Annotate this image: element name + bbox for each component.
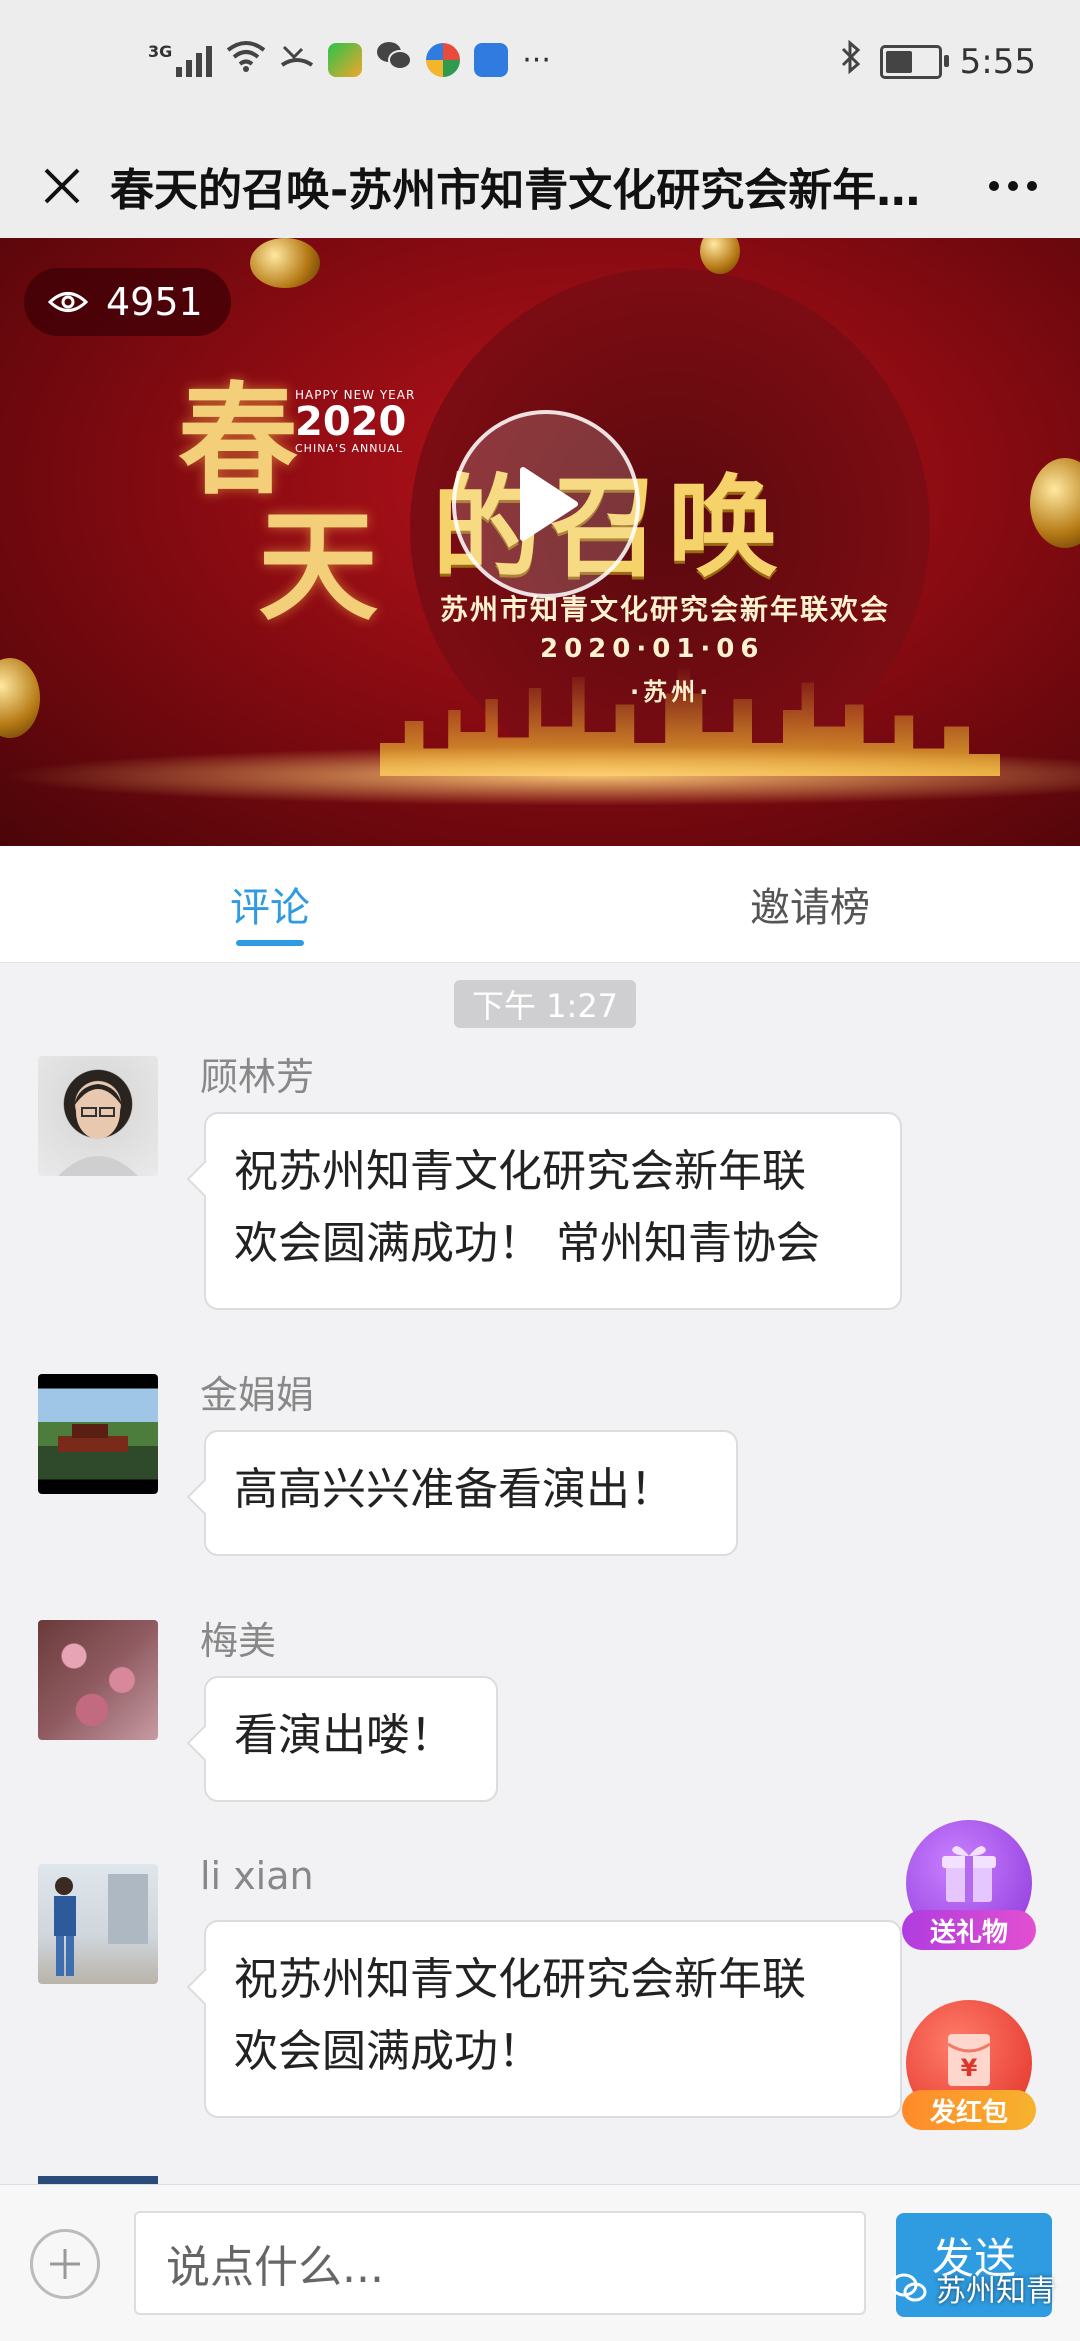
- status-icons-right: 5:55: [840, 39, 1036, 83]
- time-divider: 下午 1:27: [454, 980, 637, 1028]
- red-packet-symbol: ¥: [960, 2054, 978, 2082]
- status-bar: 3G ··· 5:55: [0, 0, 1080, 134]
- wifi-icon: [226, 40, 266, 80]
- plus-icon: [50, 2249, 80, 2279]
- comment-input[interactable]: 说点什么...: [134, 2211, 866, 2315]
- banner-annual: CHINA'S ANNUAL: [295, 442, 404, 455]
- clock-time: 5:55: [959, 41, 1036, 82]
- tab-bar: 评论 邀请榜: [0, 846, 1080, 963]
- comment-text-line: 欢会圆满成功！: [234, 2026, 542, 2077]
- banner-glow: [0, 746, 1080, 806]
- send-gift-label: 送礼物: [902, 1910, 1036, 1950]
- video-app-icon: [328, 43, 363, 77]
- close-button[interactable]: [22, 146, 102, 226]
- send-red-packet-button[interactable]: ¥ 发红包: [902, 2000, 1036, 2130]
- banner-year: 2020: [295, 399, 407, 445]
- banner-char-2: 天: [258, 496, 378, 637]
- eye-icon: [48, 292, 88, 312]
- gold-ornament: [1030, 458, 1080, 548]
- view-count-badge: 4951: [24, 268, 231, 336]
- battery-icon: [879, 44, 949, 79]
- commenter-name: 金娟娟: [200, 1373, 315, 1417]
- page-title: 春天的召唤-苏州市知青文化研究会新年联欢会: [110, 165, 968, 216]
- active-tab-indicator: [236, 940, 304, 946]
- more-options-button[interactable]: [968, 146, 1058, 226]
- commenter-name: 梅美: [200, 1619, 277, 1663]
- tab-invite-ranking[interactable]: 邀请榜: [700, 846, 920, 962]
- avatar[interactable]: [38, 1374, 158, 1494]
- avatar[interactable]: [38, 1864, 158, 1984]
- app-icon: [474, 43, 509, 77]
- comment-bubble: 祝苏州知青文化研究会新年联 欢会圆满成功！ 常州知青协会: [204, 1112, 902, 1310]
- commenter-name: 顾林芳: [200, 1055, 315, 1099]
- comment-text-line: 祝苏州知青文化研究会新年联: [234, 1146, 806, 1197]
- bluetooth-icon: [840, 39, 862, 83]
- play-icon: [520, 467, 578, 541]
- avatar[interactable]: [38, 1056, 158, 1176]
- avatar[interactable]: [38, 2176, 158, 2184]
- gold-ornament: [0, 658, 40, 738]
- close-icon: [44, 168, 80, 204]
- banner-year-block: HAPPY NEW YEAR 2020 CHINA'S ANNUAL: [295, 388, 415, 455]
- comment-text-line: 祝苏州知青文化研究会新年联: [234, 1954, 806, 2005]
- comment-bubble: 高高兴兴准备看演出！: [204, 1430, 738, 1556]
- banner-subtitle: 苏州市知青文化研究会新年联欢会: [440, 593, 891, 626]
- wechat-icon: [376, 40, 413, 80]
- watermark-text: 苏州知青: [936, 2274, 1056, 2309]
- add-attachment-button[interactable]: [30, 2229, 100, 2299]
- send-gift-button[interactable]: 送礼物: [902, 1820, 1036, 1950]
- comment-bubble: 看演出喽！: [204, 1676, 498, 1802]
- banner-city: ·苏州·: [630, 678, 713, 706]
- play-button[interactable]: [452, 410, 640, 598]
- gold-ornament: [700, 238, 740, 274]
- title-bar: 春天的召唤-苏州市知青文化研究会新年联欢会: [0, 134, 1080, 238]
- watermark: 苏州知青: [890, 2258, 1056, 2318]
- more-notifications-icon: ···: [522, 42, 551, 78]
- gold-ornament: [250, 238, 320, 288]
- send-red-packet-label: 发红包: [902, 2090, 1036, 2130]
- view-count: 4951: [106, 280, 203, 324]
- network-type: 3G: [148, 41, 173, 61]
- missed-call-icon: [280, 41, 314, 79]
- more-dot-icon: [1008, 181, 1018, 191]
- status-icons-left: 3G ···: [148, 40, 551, 80]
- wechat-logo-icon: [890, 2273, 927, 2302]
- more-dot-icon: [1027, 181, 1037, 191]
- banner-date: 2020·01·06: [540, 634, 765, 664]
- browser-app-icon: [426, 43, 461, 77]
- comment-text-line: 欢会圆满成功！ 常州知青协会: [234, 1218, 820, 1269]
- commenter-name: li xian: [200, 1854, 314, 1898]
- more-dot-icon: [989, 181, 999, 191]
- video-player[interactable]: 春 天 HAPPY NEW YEAR 2020 CHINA'S ANNUAL 的…: [0, 238, 1080, 846]
- comment-text-line: 看演出喽！: [234, 1710, 454, 1761]
- comment-bubble: 祝苏州知青文化研究会新年联 欢会圆满成功！: [204, 1920, 902, 2118]
- avatar[interactable]: [38, 1620, 158, 1740]
- comment-text-line: 高高兴兴准备看演出！: [234, 1464, 674, 1515]
- signal-icon: [176, 43, 213, 77]
